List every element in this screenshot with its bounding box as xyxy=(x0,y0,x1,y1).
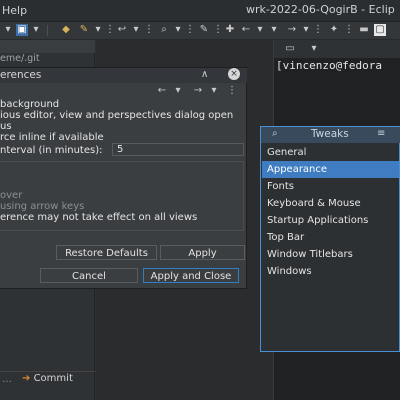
more-icon[interactable]: ⋮ xyxy=(143,24,155,36)
search-icon[interactable]: ⌕ xyxy=(272,128,278,139)
pref-line[interactable]: background xyxy=(0,99,59,110)
tweaks-item-window-titlebars[interactable]: Window Titlebars xyxy=(262,246,399,263)
dropdown-icon[interactable]: ▾ xyxy=(254,24,266,36)
more-icon[interactable]: ⋮ xyxy=(226,85,238,97)
new-icon[interactable]: ▾ xyxy=(2,24,14,36)
pin-icon[interactable]: ✦ xyxy=(328,24,340,36)
tweaks-item-startup-applications[interactable]: Startup Applications xyxy=(262,212,399,229)
dropdown-icon[interactable]: ▾ xyxy=(268,24,280,36)
restore-defaults-button[interactable]: Restore Defaults xyxy=(56,245,157,260)
tweaks-title: Tweaks xyxy=(311,128,349,140)
menu-icon[interactable]: ≡ xyxy=(377,128,385,139)
main-toolbar: ▾ ▣ ▾ ◆ ✎ ▾ ⋮ ↩ ▾ ⋮ ⌕ ▾ ⋮ ✎ ⋮ ✚ ← ▾ ▾ → … xyxy=(0,22,400,40)
commit-button[interactable]: ➔ Commit xyxy=(22,373,84,386)
cancel-button[interactable]: Cancel xyxy=(40,268,138,283)
pref-option-dim: over xyxy=(0,190,23,201)
menu-help[interactable]: Help xyxy=(2,4,27,17)
forward-arrow-icon[interactable]: → xyxy=(286,24,298,36)
apply-and-close-button[interactable]: Apply and Close xyxy=(143,268,239,283)
chevron-up-icon[interactable]: ∧ xyxy=(201,69,208,80)
dropdown-icon[interactable]: ▾ xyxy=(172,85,184,97)
tweaks-item-general[interactable]: General xyxy=(262,144,399,161)
tweaks-item-windows[interactable]: Windows xyxy=(262,263,399,280)
back-arrow-icon[interactable]: ← xyxy=(240,24,252,36)
search-icon[interactable]: ⌕ xyxy=(158,24,170,36)
interval-input[interactable]: 5 xyxy=(112,143,244,156)
tweaks-item-appearance[interactable]: Appearance xyxy=(262,161,399,178)
pref-note: erence may not take effect on all views xyxy=(0,212,198,223)
explorer-tabbar xyxy=(0,40,95,53)
dropdown-icon[interactable]: ▾ xyxy=(172,24,184,36)
dropdown-icon[interactable]: ▾ xyxy=(300,24,312,36)
dropdown-icon[interactable]: ▾ xyxy=(208,85,220,97)
tweaks-item-keyboard-mouse[interactable]: Keyboard & Mouse xyxy=(262,195,399,212)
pencil-icon[interactable]: ✎ xyxy=(198,24,210,36)
apply-button[interactable]: Apply xyxy=(160,245,245,260)
terminal-icon[interactable]: ▭ xyxy=(284,43,296,55)
dropdown-icon[interactable]: ▾ xyxy=(130,24,142,36)
more-icon[interactable]: ⋮ xyxy=(184,24,196,36)
more-icon[interactable]: ⋮ xyxy=(212,24,224,36)
preferences-title: erences xyxy=(0,69,42,81)
close-icon[interactable]: × xyxy=(228,68,240,80)
more-icon[interactable]: … xyxy=(2,374,12,385)
interval-label: nterval (in minutes): xyxy=(0,145,103,156)
bookmark-icon[interactable]: ✚ xyxy=(224,24,236,36)
tweaks-item-fonts[interactable]: Fonts xyxy=(262,178,399,195)
pref-option-dim: using arrow keys xyxy=(0,201,85,212)
pref-line[interactable]: us xyxy=(0,121,12,132)
window-title: wrk-2022-06-QogirB - Eclip xyxy=(246,3,395,16)
preferences-nav: ← ▾ → ▾ ⋮ xyxy=(0,83,247,97)
dropdown-icon[interactable]: ▾ xyxy=(308,43,320,55)
terminal-prompt: [vincenzo@fedora xyxy=(276,59,382,72)
repository-path: eme/.git xyxy=(0,53,40,64)
dropdown-icon[interactable]: ▾ xyxy=(92,24,104,36)
back-arrow-icon[interactable]: ← xyxy=(156,85,168,97)
terminal-toolbar: ▭ ▾ xyxy=(274,40,400,58)
dropdown-icon[interactable]: ▾ xyxy=(30,24,42,36)
more-icon[interactable]: ⋮ xyxy=(312,24,324,36)
pref-line[interactable]: ious editor, view and perspectives dialo… xyxy=(0,110,233,121)
folder-icon[interactable]: ◆ xyxy=(60,24,72,36)
wrap-icon[interactable]: ↩ xyxy=(116,24,128,36)
maximize-icon[interactable]: ▢ xyxy=(374,24,386,36)
more-icon[interactable]: ⋮ xyxy=(104,24,116,36)
pref-line[interactable]: rce inline if available xyxy=(0,132,104,143)
commit-label: Commit xyxy=(33,373,73,384)
minimize-icon[interactable]: ▬ xyxy=(358,24,370,36)
save-icon[interactable]: ▣ xyxy=(16,24,28,36)
commit-icon: ➔ xyxy=(22,373,31,384)
more-icon[interactable]: ⋮ xyxy=(343,24,355,36)
brush-icon[interactable]: ✎ xyxy=(78,24,90,36)
tweaks-item-top-bar[interactable]: Top Bar xyxy=(262,229,399,246)
forward-arrow-icon[interactable]: → xyxy=(192,85,204,97)
